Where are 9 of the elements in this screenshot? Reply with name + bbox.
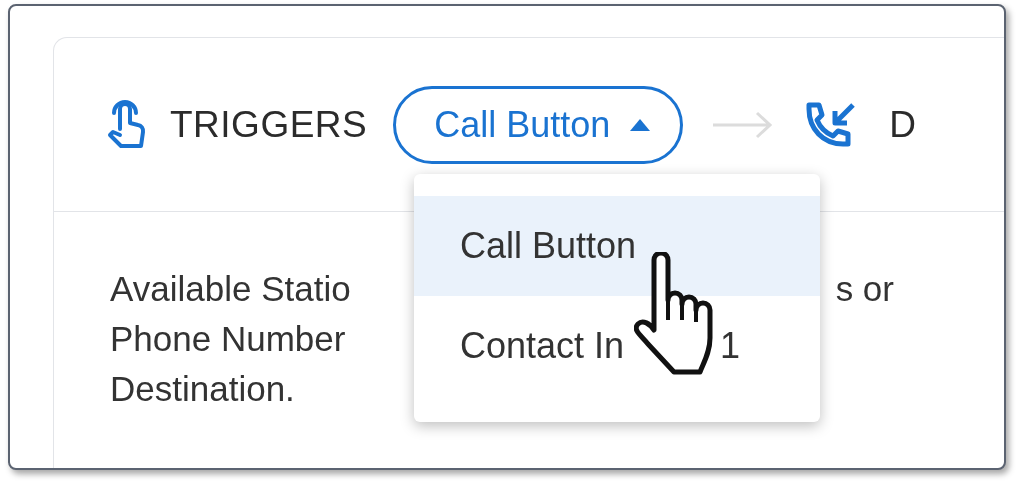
description-text: Phone Number (110, 318, 346, 360)
trigger-dropdown[interactable]: Call Button (393, 85, 684, 164)
menu-item[interactable]: Contact In 1 (414, 296, 820, 396)
description-text: s or (835, 268, 894, 310)
menu-item[interactable]: Call Button (414, 196, 820, 296)
section-label: TRIGGERS (170, 103, 368, 146)
description-text: Destination. (110, 368, 295, 410)
description-text: Available Statio (110, 268, 351, 310)
step-label: D (889, 103, 917, 146)
